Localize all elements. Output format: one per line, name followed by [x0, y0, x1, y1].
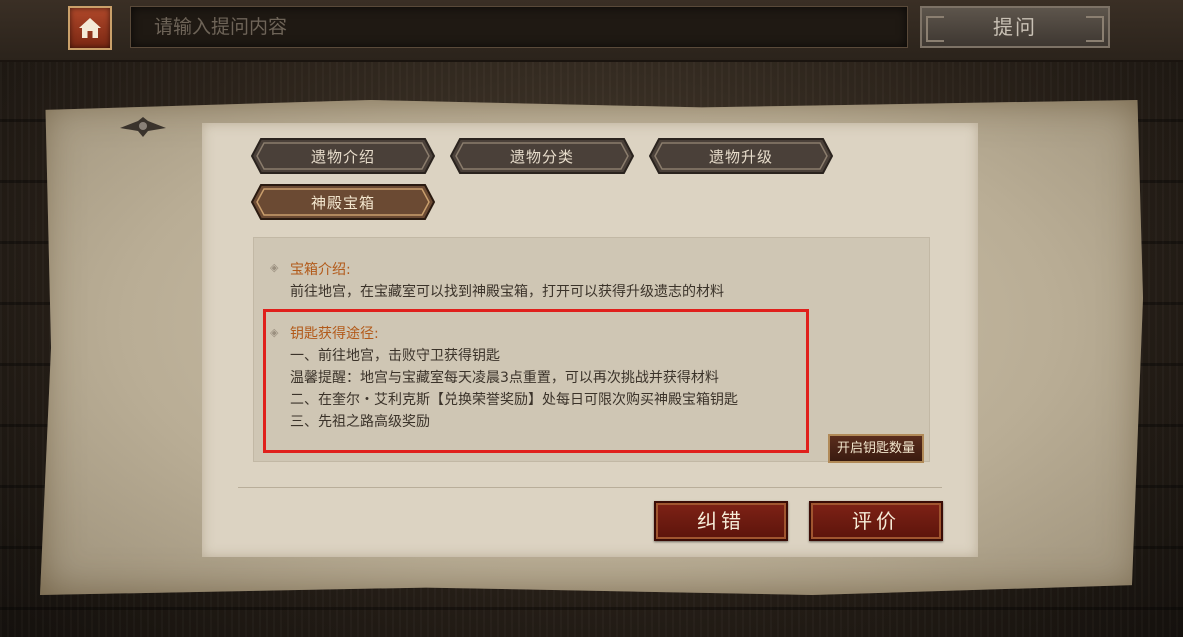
home-button[interactable]: [68, 6, 112, 50]
tab-relic-intro[interactable]: 遗物介绍: [251, 138, 435, 174]
section-title-chest-intro: 宝箱介绍:: [290, 262, 351, 278]
tab-label: 遗物升级: [708, 147, 773, 166]
tab-label: 遗物分类: [509, 147, 574, 166]
tab-temple-chest[interactable]: 神殿宝箱: [251, 184, 435, 220]
rate-button[interactable]: 评价: [809, 501, 943, 541]
tab-relic-upgrade[interactable]: 遗物升级: [649, 138, 833, 174]
divider: [238, 487, 942, 488]
diamond-bullet-icon: ◈: [270, 261, 279, 274]
tab-relic-category[interactable]: 遗物分类: [450, 138, 634, 174]
top-bar: 请输入提问内容 提问: [0, 0, 1183, 62]
ask-button[interactable]: 提问: [920, 6, 1110, 48]
correct-error-button[interactable]: 纠错: [654, 501, 788, 541]
highlight-box: [263, 309, 809, 453]
home-icon: [79, 18, 101, 38]
open-key-count-button[interactable]: 开启钥匙数量: [828, 434, 924, 463]
tab-label: 遗物介绍: [310, 147, 375, 166]
tab-label: 神殿宝箱: [310, 193, 375, 212]
chest-intro-line: 前往地宫，在宝藏室可以找到神殿宝箱，打开可以获得升级遗志的材料: [290, 284, 724, 300]
corner-ornament-icon: [120, 117, 166, 137]
search-input[interactable]: 请输入提问内容: [130, 6, 908, 48]
